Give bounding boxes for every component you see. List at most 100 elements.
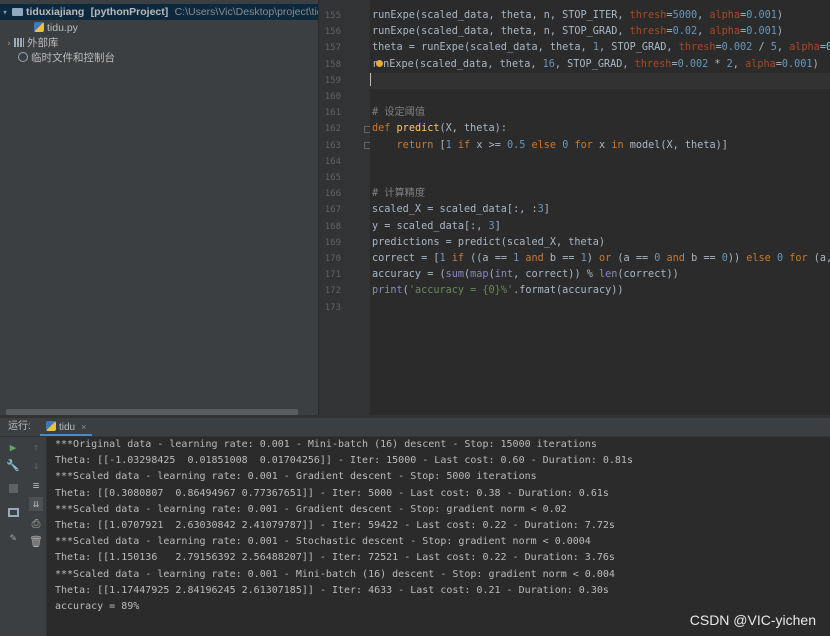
code-editor[interactable]: runExpe(scaled_data, theta, n, STOP_ITER… [370, 0, 830, 415]
soft-wrap-icon[interactable]: ≡ [29, 479, 43, 493]
print-icon[interactable]: ⎙ [29, 517, 43, 531]
code-token: 0.001 [781, 58, 813, 70]
external-libraries-label: 外部库 [27, 37, 59, 49]
code-token: if [451, 253, 471, 264]
run-panel-header: 运行: tidu × [0, 418, 830, 437]
rerun-icon[interactable]: ▶ [6, 441, 20, 455]
external-libraries-item[interactable]: › 外部库 [4, 35, 59, 52]
code-token: 0.0 [825, 42, 830, 54]
run-console[interactable]: ***Original data - learning rate: 0.001 … [47, 437, 830, 636]
code-token: , [732, 58, 746, 70]
code-token: runExpe(scaled_data, theta, n, STOP_ITER… [372, 10, 630, 21]
line-number: 170 [324, 254, 341, 264]
code-token: else [531, 139, 563, 151]
code-token: 0 [654, 253, 667, 264]
code-token: 0.5 [506, 139, 532, 151]
code-line[interactable]: y = scaled_data[:, 3] [372, 219, 501, 235]
line-number: 166 [324, 189, 341, 200]
project-root-tag: [pythonProject] [90, 6, 169, 18]
run-toolbar: ▶ 🔧 ✎ [0, 437, 26, 636]
line-number: 169 [324, 237, 341, 248]
code-token: (a, b [813, 253, 830, 264]
code-token: scaled_X = scaled_data[:, : [372, 204, 538, 216]
chevron-down-icon[interactable]: ▾ [0, 5, 10, 21]
line-number: 172 [324, 286, 341, 297]
code-line[interactable]: return [1 if x >= 0.5 else 0 for x in mo… [372, 138, 728, 154]
python-file-icon [46, 421, 56, 431]
code-token: # 计算精度 [372, 188, 426, 200]
scratches-icon [18, 52, 28, 62]
code-token: for [574, 139, 600, 151]
code-token: b == [691, 253, 722, 264]
code-token: 'accuracy = {0}%' [408, 285, 514, 297]
code-token: print [372, 285, 403, 297]
scratches-label: 临时文件和控制台 [31, 52, 115, 64]
code-line[interactable]: def predict(X, theta): [372, 121, 507, 137]
code-token: , STOP_GRAD, [598, 42, 679, 54]
code-line[interactable]: predictions = predict(scaled_X, theta) [372, 235, 605, 251]
code-token: 0.001 [746, 26, 777, 38]
code-line[interactable]: # 设定阈值 [372, 105, 425, 121]
tab-tidu[interactable]: tidu × [40, 418, 93, 436]
line-number: 165 [324, 173, 341, 183]
code-token: 0 [562, 139, 575, 151]
code-token: 0 [776, 253, 790, 264]
line-number: 173 [324, 302, 341, 313]
trash-icon[interactable]: 🗑 [29, 535, 43, 549]
code-token: accuracy = ( [372, 269, 446, 281]
code-token: for [789, 253, 814, 264]
code-line[interactable]: # 计算精度 [372, 186, 425, 202]
code-token: 1 [513, 253, 526, 264]
code-token: 0.002 [721, 42, 753, 54]
code-token: def [372, 123, 397, 135]
line-number: 167 [324, 205, 341, 216]
arrow-down-icon[interactable]: ↓ [29, 459, 43, 473]
code-token: theta = runExpe(scaled_data, theta, [372, 42, 593, 54]
code-line[interactable]: accuracy = (sum(map(int, correct)) % len… [372, 267, 679, 283]
project-root-row[interactable]: ▾ tiduxiajiang [pythonProject] C:\Users\V… [0, 4, 336, 21]
code-token: correct = [ [372, 253, 440, 264]
code-token: x >= [476, 139, 507, 151]
code-line[interactable]: theta = runExpe(scaled_data, theta, 1, S… [372, 40, 830, 56]
code-token: 0.02 [672, 26, 698, 38]
project-root-name: tiduxiajiang [26, 6, 85, 18]
code-token: 1 [445, 139, 458, 151]
code-line[interactable]: scaled_X = scaled_data[:, :3] [372, 202, 550, 218]
code-token: in [611, 139, 630, 151]
code-line[interactable]: correct = [1 if ((a == 1 and b == 1) or … [372, 251, 830, 267]
code-token: , [697, 26, 710, 38]
arrow-up-icon[interactable]: ↑ [29, 441, 43, 455]
line-number: 168 [324, 221, 341, 232]
code-token: alpha [709, 10, 741, 21]
code-token: 5000 [672, 10, 698, 21]
code-token: 16 [542, 58, 555, 70]
current-code-line[interactable] [370, 72, 830, 89]
layout-icon[interactable] [6, 507, 20, 521]
line-number: 162 [324, 124, 341, 135]
wrench-icon[interactable]: 🔧 [6, 459, 20, 473]
code-line[interactable]: runExpe(scaled_data, theta, n, STOP_GRAD… [372, 24, 783, 40]
code-token: int [494, 269, 514, 281]
pin-icon[interactable]: ✎ [6, 531, 20, 545]
code-token: return [396, 139, 440, 151]
scroll-to-end-icon[interactable]: ⇊ [29, 497, 43, 511]
code-token: 0.002 [677, 58, 709, 70]
code-line[interactable]: r nExpe(scaled_data, theta, 16, STOP_GRAD… [372, 57, 819, 73]
chevron-right-icon[interactable]: › [4, 36, 14, 52]
code-token: thresh [678, 42, 716, 54]
scratches-item[interactable]: 临时文件和控制台 [18, 50, 115, 66]
stop-icon[interactable] [6, 483, 20, 497]
line-number: 171 [324, 270, 341, 281]
code-token: ) [776, 26, 784, 38]
code-token: or [599, 253, 618, 264]
code-line[interactable]: print('accuracy = {0}%'.format(accuracy)… [372, 283, 624, 299]
close-icon[interactable]: × [81, 422, 86, 432]
code-token: ) [776, 10, 784, 21]
console-line: ***Scaled data - learning rate: 0.001 - … [55, 568, 615, 580]
file-item-tidu[interactable]: tidu.py [34, 20, 78, 36]
code-token: runExpe(scaled_data, theta, n, STOP_GRAD… [372, 26, 630, 38]
console-line: Theta: [[0.3080807 0.86494967 0.77367651… [55, 487, 609, 499]
code-line[interactable]: runExpe(scaled_data, theta, n, STOP_ITER… [372, 8, 783, 24]
code-token: predict [396, 123, 440, 135]
